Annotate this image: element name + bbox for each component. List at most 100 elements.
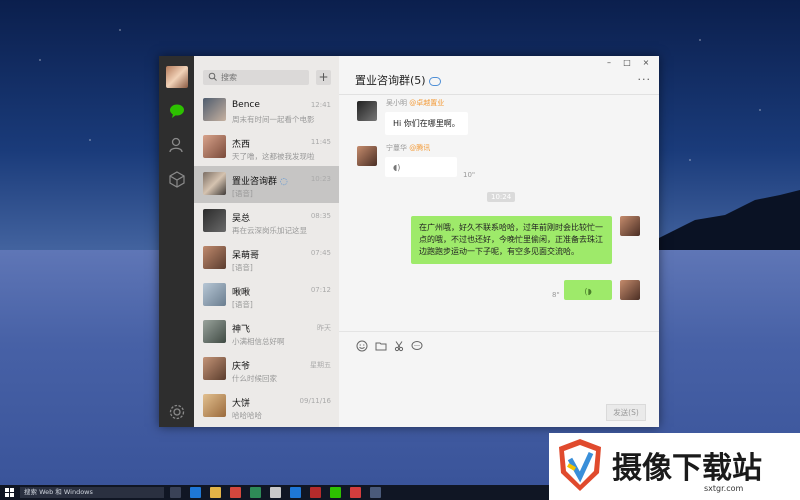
excel-icon[interactable] xyxy=(250,487,261,498)
conversation-item[interactable]: 大饼 哈哈哈哈 09/11/16 xyxy=(194,388,339,425)
conversation-time: 11:45 xyxy=(310,138,331,146)
conversation-item[interactable]: 呆萌哥 [语音] 07:45 xyxy=(194,240,339,277)
conversation-time: 星期五 xyxy=(310,361,331,369)
app-icon[interactable] xyxy=(270,487,281,498)
add-button[interactable]: + xyxy=(316,70,331,85)
chat-icon[interactable] xyxy=(168,102,186,120)
conversation-time: 08:35 xyxy=(310,212,331,220)
wechat-taskbar-icon[interactable] xyxy=(330,487,341,498)
avatar xyxy=(203,394,226,417)
search-icon xyxy=(208,72,217,84)
desktop-mountains xyxy=(655,190,800,250)
taskbar-search[interactable]: 搜索 Web 和 Windows xyxy=(20,487,164,498)
sender-label: 吴小明 @卓越置业 xyxy=(386,99,445,107)
conversation-time: 10:23 xyxy=(310,175,331,183)
close-button[interactable]: × xyxy=(639,56,653,70)
contacts-icon[interactable] xyxy=(168,136,186,154)
conversation-item[interactable]: 吴总 再在云深岗乐加记这显 08:35 xyxy=(194,203,339,240)
send-button[interactable]: 发送(S) xyxy=(606,404,646,421)
voice-message-bubble[interactable]: ◖) xyxy=(385,157,457,177)
conversation-time: 07:45 xyxy=(310,249,331,257)
avatar xyxy=(203,246,226,269)
conversation-name: 吴总 xyxy=(232,214,251,224)
chrome-icon[interactable] xyxy=(230,487,241,498)
search-input[interactable] xyxy=(221,71,306,83)
watermark-url: sxtgr.com xyxy=(704,484,744,493)
chat-bubble-icon[interactable] xyxy=(411,340,423,352)
app-icon[interactable] xyxy=(370,487,381,498)
conversation-preview: [语音] xyxy=(232,189,253,198)
sender-label: 宁蔓华 @腾讯 xyxy=(386,144,431,152)
avatar xyxy=(203,135,226,158)
settings-icon[interactable] xyxy=(168,403,186,421)
conversation-name: 呆萌哥 xyxy=(232,251,260,261)
conversation-preview: 什么时候回家 xyxy=(232,374,277,383)
watermark-logo-icon xyxy=(559,439,601,491)
conversation-preview: 小满相信总好啊 xyxy=(232,337,285,346)
maximize-button[interactable]: □ xyxy=(620,56,634,70)
conversation-name: 置业咨询群 ◌ xyxy=(232,177,288,187)
ie-icon[interactable] xyxy=(290,487,301,498)
conversation-item[interactable]: 啾啾 [语音] 07:12 xyxy=(194,277,339,314)
conversation-item[interactable]: 神飞 小满相信总好啊 昨天 xyxy=(194,314,339,351)
avatar[interactable] xyxy=(357,101,377,121)
avatar xyxy=(203,320,226,343)
conversation-name: 啾啾 xyxy=(232,288,251,298)
group-avatar xyxy=(203,172,226,195)
group-chat-icon xyxy=(428,76,441,86)
conversation-preview: 天了噜，这都被我发现啦 xyxy=(232,152,315,161)
edge-icon[interactable] xyxy=(190,487,201,498)
conversation-time: 昨天 xyxy=(317,324,331,332)
avatar xyxy=(203,98,226,121)
own-avatar[interactable] xyxy=(620,280,640,300)
conversation-preview: 再在云深岗乐加记这显 xyxy=(232,226,307,235)
conversation-item-active[interactable]: 置业咨询群 ◌ [语音] 10:23 xyxy=(194,166,339,203)
watermark: 摄像下载站 sxtgr.com xyxy=(549,433,800,500)
more-button[interactable]: ··· xyxy=(638,73,652,86)
avatar xyxy=(203,357,226,380)
favorites-icon[interactable] xyxy=(168,170,186,188)
conversation-name: 庆爷 xyxy=(232,362,251,372)
conversation-item[interactable]: 杰西 天了噜，这都被我发现啦 11:45 xyxy=(194,129,339,166)
chat-title: 置业咨询群(5) xyxy=(355,72,441,88)
my-avatar[interactable] xyxy=(166,66,188,88)
time-chip: 10:24 xyxy=(487,192,516,202)
message-bubble-own[interactable]: 在广州哦，好久不联系哈哈，过年前刚时会比较忙一点的哦，不过也还好，今晚忙里偷闲，… xyxy=(411,216,612,264)
conversation-preview: [语音] xyxy=(232,300,253,309)
voice-duration: 10" xyxy=(463,171,476,179)
file-explorer-icon[interactable] xyxy=(210,487,221,498)
conversation-time: 07:12 xyxy=(310,286,331,294)
chat-panel: – □ × 置业咨询群(5) ··· 吴小明 @卓越置业 Hi 你们在哪里啊。 … xyxy=(339,56,659,427)
windows-start-icon[interactable] xyxy=(5,488,14,497)
conversation-item[interactable]: Bence 周末有时间一起看个电影 12:41 xyxy=(194,92,339,129)
avatar xyxy=(203,283,226,306)
input-toolbar-divider xyxy=(339,331,659,332)
conversation-items: Bence 周末有时间一起看个电影 12:41 杰西 天了噜，这都被我发现啦 1… xyxy=(194,92,339,425)
avatar xyxy=(203,209,226,232)
conversation-time: 12:41 xyxy=(310,101,331,109)
task-view-icon[interactable] xyxy=(170,487,181,498)
conversation-preview: 周末有时间一起看个电影 xyxy=(232,115,315,124)
conversation-preview: [语音] xyxy=(232,263,253,272)
watermark-text: 摄像下载站 xyxy=(612,451,762,486)
conversation-name: 大饼 xyxy=(232,399,251,409)
message-area: 吴小明 @卓越置业 Hi 你们在哪里啊。 宁蔓华 @腾讯 ◖) 10" 10:2… xyxy=(339,95,659,325)
conversation-list: + Bence 周末有时间一起看个电影 12:41 杰西 天了噜，这都被我发现啦… xyxy=(194,56,339,427)
avatar[interactable] xyxy=(357,146,377,166)
voice-message-bubble-own[interactable]: (◗ xyxy=(564,280,612,300)
app-icon[interactable] xyxy=(350,487,361,498)
conversation-preview: 哈哈哈哈 xyxy=(232,411,262,420)
wechat-window: + Bence 周末有时间一起看个电影 12:41 杰西 天了噜，这都被我发现啦… xyxy=(159,56,659,427)
conversation-name: 杰西 xyxy=(232,140,251,150)
search-box[interactable] xyxy=(203,70,309,85)
scissors-icon[interactable] xyxy=(394,340,406,352)
emoji-icon[interactable] xyxy=(356,340,368,352)
minimize-button[interactable]: – xyxy=(602,56,616,70)
own-avatar[interactable] xyxy=(620,216,640,236)
folder-icon[interactable] xyxy=(375,340,387,352)
left-nav-bar xyxy=(159,56,194,427)
conversation-item[interactable]: 庆爷 什么时候回家 星期五 xyxy=(194,351,339,388)
app-icon[interactable] xyxy=(310,487,321,498)
conversation-name: 神飞 xyxy=(232,325,251,335)
message-bubble[interactable]: Hi 你们在哪里啊。 xyxy=(385,112,468,135)
